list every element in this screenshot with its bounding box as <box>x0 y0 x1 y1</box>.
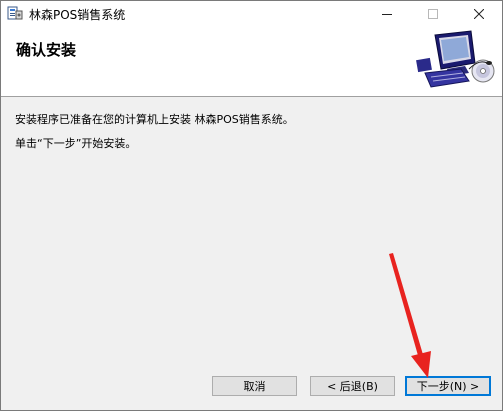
maximize-button[interactable] <box>410 1 456 27</box>
header-banner: 确认安装 <box>1 27 502 97</box>
next-button[interactable]: 下一步(N) > <box>405 376 491 396</box>
ready-to-install-text: 安装程序已准备在您的计算机上安装 林森POS销售系统。 <box>15 113 294 126</box>
back-button[interactable]: < 后退(B) <box>310 376 395 396</box>
close-button[interactable] <box>456 1 502 27</box>
close-icon <box>474 9 484 19</box>
minimize-icon <box>382 14 392 15</box>
title-bar[interactable]: 林森POS销售系统 <box>1 1 502 27</box>
window-title: 林森POS销售系统 <box>29 8 126 22</box>
computer-setup-icon <box>416 30 495 88</box>
maximize-icon <box>428 9 438 19</box>
body-content: 安装程序已准备在您的计算机上安装 林森POS销售系统。 单击“下一步”开始安装。 <box>1 97 502 363</box>
installer-app-icon <box>7 6 23 20</box>
minimize-button[interactable] <box>364 1 410 27</box>
page-title: 确认安装 <box>16 41 77 59</box>
click-next-instruction: 单击“下一步”开始安装。 <box>15 137 137 150</box>
button-bar: 取消 < 后退(B) 下一步(N) > <box>1 363 502 410</box>
cancel-button[interactable]: 取消 <box>212 376 297 396</box>
installer-window: 林森POS销售系统 确认安装 安装程序已准备在您的计算机上安装 林森POS销售系… <box>0 0 503 411</box>
